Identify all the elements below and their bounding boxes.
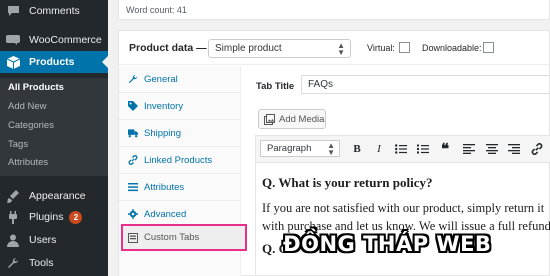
bulleted-list-icon[interactable] <box>394 142 408 156</box>
product-data-label: Product data — <box>129 42 207 54</box>
tab-custom-tabs[interactable]: Custom Tabs <box>121 224 247 251</box>
paintbrush-icon <box>6 189 20 203</box>
tab-label: Linked Products <box>144 154 213 166</box>
tab-title-input[interactable]: FAQs <box>301 75 550 94</box>
plug-icon <box>6 210 20 224</box>
menu-item-plugins[interactable]: Plugins 2 <box>0 206 108 228</box>
menu-item-woocommerce[interactable]: WooCommerce <box>0 29 108 51</box>
tab-attributes[interactable]: Attributes <box>119 174 241 201</box>
align-left-icon[interactable] <box>462 142 476 156</box>
submenu-tags[interactable]: Tags <box>8 139 28 150</box>
submenu-categories[interactable]: Categories <box>8 120 54 131</box>
add-media-button[interactable]: Add Media <box>258 109 326 129</box>
menu-item-appearance[interactable]: Appearance <box>0 185 108 207</box>
tabs-icon <box>128 232 138 243</box>
woocommerce-icon <box>6 33 20 47</box>
italic-icon[interactable]: I <box>372 142 386 156</box>
menu-label: Appearance <box>29 190 86 202</box>
faq-answer-1: If you are not satisfied with our produc… <box>262 201 550 233</box>
product-type-select[interactable]: Simple product ▲ ▼ <box>208 39 351 58</box>
menu-item-comments[interactable]: Comments <box>0 0 108 22</box>
downloadable-checkbox[interactable] <box>483 42 494 53</box>
tab-label: Inventory <box>144 100 184 112</box>
tab-label: Shipping <box>144 127 181 139</box>
downloadable-label: Downloadable: <box>422 43 482 53</box>
editor-toolbar: Paragraph ▲ ▼ B I ❝ <box>255 135 550 162</box>
menu-item-users[interactable]: Users <box>0 229 108 251</box>
format-value: Paragraph <box>267 143 312 154</box>
word-count: Word count: 41 <box>126 5 187 15</box>
tab-label: Advanced <box>144 208 187 220</box>
chevron-updown-icon: ▲ ▼ <box>327 141 335 157</box>
virtual-label: Virtual: <box>367 43 395 53</box>
virtual-checkbox[interactable] <box>399 42 410 53</box>
numbered-list-icon[interactable] <box>416 142 430 156</box>
align-right-icon[interactable] <box>507 142 521 156</box>
tab-title-label: Tab Title <box>256 81 295 92</box>
menu-label: Users <box>29 234 57 246</box>
faq-question-1: Q. What is your return policy? <box>262 175 433 190</box>
tab-shipping[interactable]: Shipping <box>119 120 241 147</box>
wrench-icon <box>6 256 20 270</box>
media-icon <box>264 113 275 125</box>
submenu-add-new[interactable]: Add New <box>8 101 47 112</box>
tab-label: Custom Tabs <box>144 232 200 243</box>
menu-label: Products <box>29 56 75 68</box>
list-icon <box>128 182 138 192</box>
submenu-attributes[interactable]: Attributes <box>8 157 48 168</box>
link-icon <box>128 155 138 165</box>
product-type-value: Simple product <box>215 43 282 54</box>
user-icon <box>6 233 20 247</box>
tag-icon <box>128 101 138 111</box>
gear-icon <box>128 209 138 219</box>
update-count-badge: 2 <box>69 210 83 224</box>
bold-icon[interactable]: B <box>350 142 364 156</box>
editor-content-area[interactable]: Q. What is your return policy? If you ar… <box>255 162 550 276</box>
format-select[interactable]: Paragraph ▲ ▼ <box>260 140 340 157</box>
link-icon[interactable] <box>530 142 544 156</box>
truck-icon <box>128 128 138 138</box>
comment-bubble-icon <box>6 4 20 18</box>
product-data-header: Product data — Simple product ▲ ▼ Virtual… <box>119 31 549 65</box>
menu-label: Plugins <box>29 211 64 223</box>
submenu-all-products[interactable]: All Products <box>8 82 64 93</box>
menu-item-tools[interactable]: Tools <box>0 252 108 274</box>
tab-linked-products[interactable]: Linked Products <box>119 147 241 174</box>
wrench-icon <box>128 74 138 84</box>
menu-label: Tools <box>29 257 54 269</box>
menu-item-products[interactable]: Products <box>0 51 108 73</box>
add-media-label: Add Media <box>279 113 325 125</box>
admin-sidebar: Comments WooCommerce Products All Produc… <box>0 0 108 276</box>
align-center-icon[interactable] <box>485 142 499 156</box>
watermark-text: ĐỒNG THÁP WEB <box>283 232 492 256</box>
blockquote-icon[interactable]: ❝ <box>438 142 452 158</box>
tab-label: Attributes <box>144 181 185 193</box>
product-box-icon <box>6 55 20 69</box>
tab-inventory[interactable]: Inventory <box>119 93 241 120</box>
menu-label: Comments <box>29 5 80 17</box>
chevron-updown-icon: ▲ ▼ <box>337 41 345 57</box>
tab-general[interactable]: General <box>119 66 241 93</box>
tab-label: General <box>144 73 178 85</box>
products-submenu: All Products Add New Categories Tags Att… <box>0 78 108 176</box>
menu-label: WooCommerce <box>29 34 102 46</box>
